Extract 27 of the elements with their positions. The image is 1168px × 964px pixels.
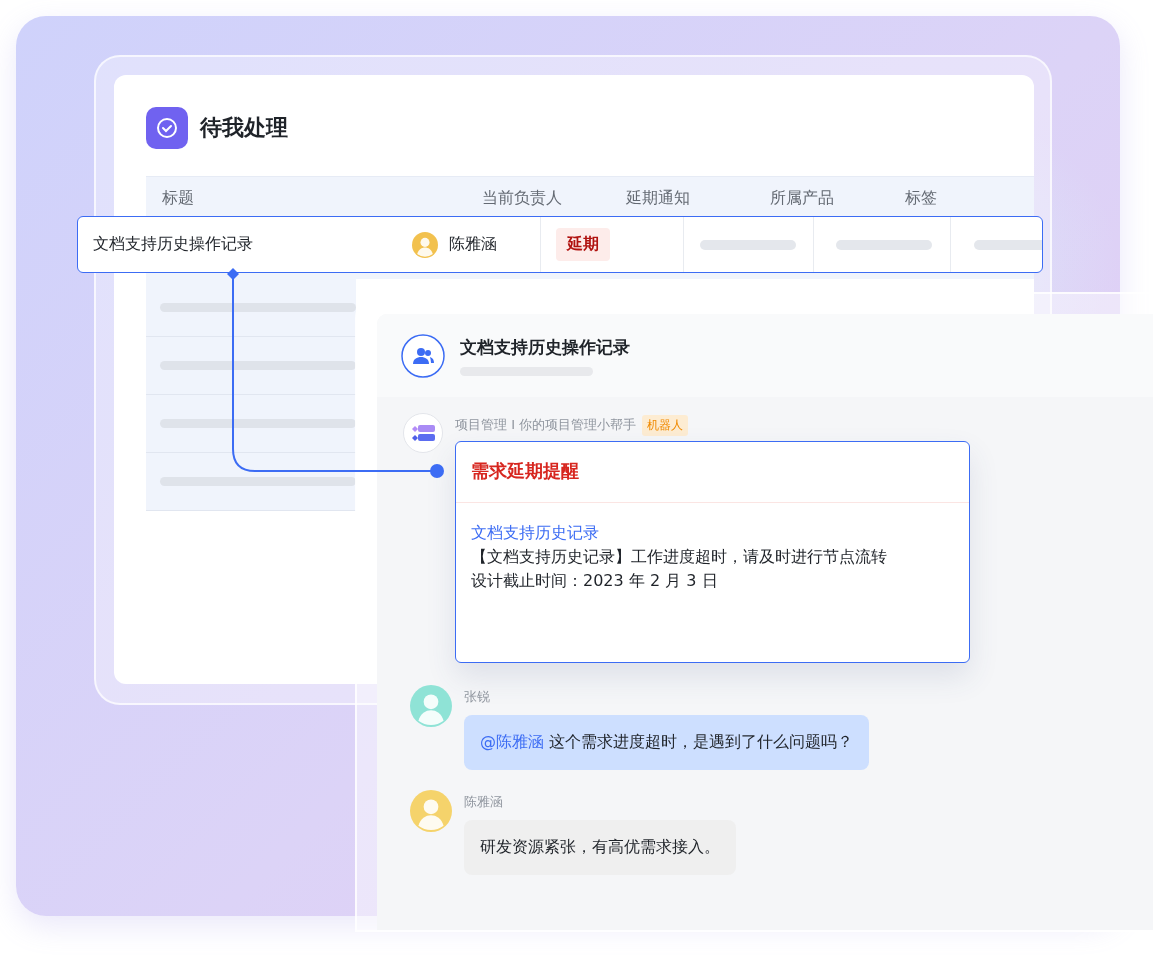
- card-title: 需求延期提醒: [456, 442, 969, 503]
- column-header: 延期通知: [626, 187, 690, 209]
- card-text: 设计截止时间：2023 年 2 月 3 日: [471, 570, 719, 592]
- sender-name: 张锐: [464, 688, 490, 706]
- column-header: 标题: [162, 187, 194, 209]
- column-header: 当前负责人: [482, 187, 562, 209]
- bot-badge: 机器人: [642, 414, 689, 436]
- doc-link[interactable]: 文档支持历史记录: [471, 521, 954, 545]
- placeholder-bar: [974, 239, 1042, 250]
- mention-link[interactable]: @陈雅涵: [480, 732, 544, 751]
- panel-title: 待我处理: [200, 114, 288, 142]
- sender-name: 陈雅涵: [464, 793, 503, 811]
- owner-name: 陈雅涵: [449, 234, 497, 255]
- message-text: 研发资源紧张，有高优需求接入。: [480, 837, 720, 858]
- avatar: [410, 685, 452, 727]
- sender-name: 项目管理 I 你的项目管理小帮手: [455, 416, 637, 434]
- chat-title: 文档支持历史操作记录: [460, 335, 630, 359]
- bot-logo-icon: [403, 413, 443, 453]
- message-text: @陈雅涵 这个需求进度超时，是遇到了什么问题吗？: [480, 732, 854, 753]
- card-text: 【文档支持历史记录】工作进度超时，请及时进行节点流转: [471, 546, 888, 568]
- row-title: 文档支持历史操作记录: [93, 234, 253, 255]
- delay-tag: 延期: [556, 228, 610, 261]
- avatar: [412, 231, 438, 258]
- column-header: 标签: [905, 187, 937, 209]
- group-icon: [401, 333, 445, 378]
- avatar: [410, 790, 452, 832]
- column-header: 所属产品: [770, 187, 834, 209]
